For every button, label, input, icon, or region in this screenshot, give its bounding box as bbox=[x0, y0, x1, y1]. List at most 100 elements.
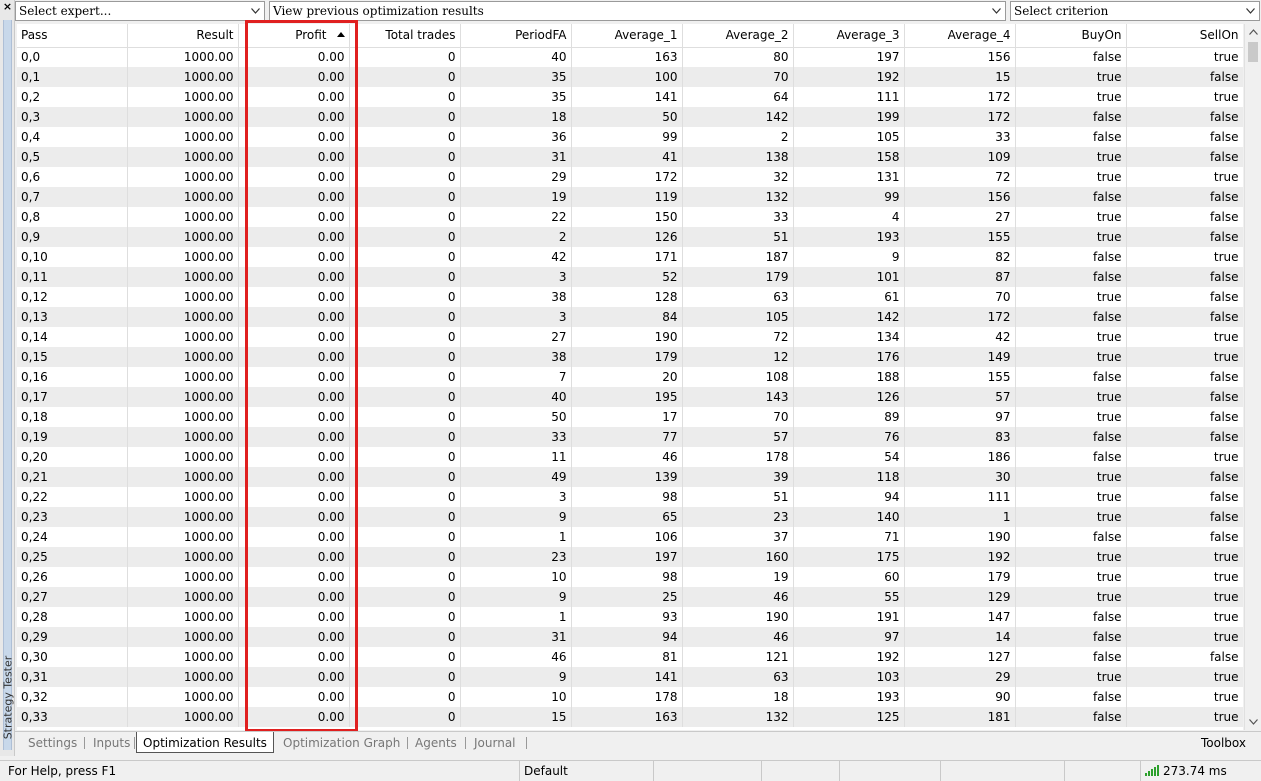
tab-optimization-graph[interactable]: Optimization Graph bbox=[277, 732, 406, 754]
table-row[interactable]: 0,22 1000.00 0.00 0 3 98 51 94 111 true false bbox=[17, 487, 1243, 507]
cell-average-4: 149 bbox=[904, 347, 1016, 367]
cell-result: 1000.00 bbox=[127, 87, 239, 107]
cell-periodfa: 1 bbox=[460, 607, 572, 627]
table-row[interactable]: 0,5 1000.00 0.00 0 31 41 138 158 109 true false bbox=[17, 147, 1243, 167]
cell-average-4: 70 bbox=[904, 287, 1016, 307]
previous-results-combo[interactable]: View previous optimization results bbox=[269, 1, 1006, 21]
column-header-sellon[interactable]: SellOn bbox=[1126, 24, 1243, 48]
cell-pass: 0,1 bbox=[17, 67, 128, 87]
cell-buyon: true bbox=[1015, 547, 1127, 567]
tab-journal[interactable]: Journal bbox=[468, 732, 522, 754]
cell-sellon: true bbox=[1126, 327, 1243, 347]
table-row[interactable]: 0,26 1000.00 0.00 0 10 98 19 60 179 true true bbox=[17, 567, 1243, 587]
table-row[interactable]: 0,4 1000.00 0.00 0 36 99 2 105 33 false false bbox=[17, 127, 1243, 147]
table-row[interactable]: 0,32 1000.00 0.00 0 10 178 18 193 90 false true bbox=[17, 687, 1243, 707]
column-header-average-3[interactable]: Average_3 bbox=[793, 24, 905, 48]
table-row[interactable]: 0,18 1000.00 0.00 0 50 17 70 89 97 true false bbox=[17, 407, 1243, 427]
table-row[interactable]: 0,33 1000.00 0.00 0 15 163 132 125 181 false true bbox=[17, 707, 1243, 727]
table-row[interactable]: 0,13 1000.00 0.00 0 3 84 105 142 172 false false bbox=[17, 307, 1243, 327]
cell-average-3: 199 bbox=[793, 107, 905, 127]
chevron-down-icon[interactable] bbox=[1243, 3, 1257, 19]
toolbox-label[interactable]: Toolbox bbox=[1201, 732, 1246, 754]
column-header-average-1[interactable]: Average_1 bbox=[571, 24, 683, 48]
cell-average-2: 132 bbox=[682, 187, 794, 207]
cell-total-trades: 0 bbox=[349, 307, 461, 327]
vertical-scrollbar[interactable] bbox=[1244, 24, 1260, 730]
table-row[interactable]: 0,20 1000.00 0.00 0 11 46 178 54 186 false true bbox=[17, 447, 1243, 467]
cell-result: 1000.00 bbox=[127, 487, 239, 507]
table-row[interactable]: 0,24 1000.00 0.00 0 1 106 37 71 190 false false bbox=[17, 527, 1243, 547]
column-header-average-2[interactable]: Average_2 bbox=[682, 24, 794, 48]
column-header-average-4[interactable]: Average_4 bbox=[904, 24, 1016, 48]
table-row[interactable]: 0,17 1000.00 0.00 0 40 195 143 126 57 true false bbox=[17, 387, 1243, 407]
table-row[interactable]: 0,31 1000.00 0.00 0 9 141 63 103 29 true true bbox=[17, 667, 1243, 687]
cell-periodfa: 36 bbox=[460, 127, 572, 147]
status-empty-cell bbox=[940, 761, 1064, 781]
column-header-total-trades[interactable]: Total trades bbox=[349, 24, 461, 48]
cell-average-2: 138 bbox=[682, 147, 794, 167]
table-row[interactable]: 0,7 1000.00 0.00 0 19 119 132 99 156 false false bbox=[17, 187, 1243, 207]
scroll-up-icon[interactable] bbox=[1245, 24, 1261, 40]
tab-settings[interactable]: Settings bbox=[22, 732, 83, 754]
table-row[interactable]: 0,11 1000.00 0.00 0 3 52 179 101 87 false false bbox=[17, 267, 1243, 287]
table-row[interactable]: 0,29 1000.00 0.00 0 31 94 46 97 14 false true bbox=[17, 627, 1243, 647]
cell-average-1: 128 bbox=[571, 287, 683, 307]
table-row[interactable]: 0,23 1000.00 0.00 0 9 65 23 140 1 true false bbox=[17, 507, 1243, 527]
cell-total-trades: 0 bbox=[349, 687, 461, 707]
table-row[interactable]: 0,27 1000.00 0.00 0 9 25 46 55 129 true true bbox=[17, 587, 1243, 607]
cell-average-4: 155 bbox=[904, 227, 1016, 247]
cell-average-4: 83 bbox=[904, 427, 1016, 447]
table-row[interactable]: 0,1 1000.00 0.00 0 35 100 70 192 15 true false bbox=[17, 67, 1243, 87]
chevron-down-icon[interactable] bbox=[248, 3, 262, 19]
table-row[interactable]: 0,14 1000.00 0.00 0 27 190 72 134 42 true true bbox=[17, 327, 1243, 347]
column-header-profit[interactable]: Profit bbox=[238, 24, 350, 48]
tab-agents[interactable]: Agents bbox=[409, 732, 463, 754]
cell-average-1: 119 bbox=[571, 187, 683, 207]
cell-periodfa: 9 bbox=[460, 587, 572, 607]
tab-optimization-results[interactable]: Optimization Results bbox=[136, 732, 274, 753]
cell-total-trades: 0 bbox=[349, 407, 461, 427]
cell-pass: 0,16 bbox=[17, 367, 128, 387]
cell-average-3: 125 bbox=[793, 707, 905, 727]
table-row[interactable]: 0,15 1000.00 0.00 0 38 179 12 176 149 true true bbox=[17, 347, 1243, 367]
cell-total-trades: 0 bbox=[349, 287, 461, 307]
cell-periodfa: 10 bbox=[460, 567, 572, 587]
column-header-pass[interactable]: Pass bbox=[17, 24, 128, 48]
table-row[interactable]: 0,12 1000.00 0.00 0 38 128 63 61 70 true false bbox=[17, 287, 1243, 307]
cell-average-3: 105 bbox=[793, 127, 905, 147]
cell-average-3: 55 bbox=[793, 587, 905, 607]
table-row[interactable]: 0,3 1000.00 0.00 0 18 50 142 199 172 false false bbox=[17, 107, 1243, 127]
chevron-down-icon[interactable] bbox=[989, 3, 1003, 19]
table-row[interactable]: 0,2 1000.00 0.00 0 35 141 64 111 172 true true bbox=[17, 87, 1243, 107]
cell-average-2: 179 bbox=[682, 267, 794, 287]
scrollbar-thumb[interactable] bbox=[1248, 42, 1258, 62]
scroll-down-icon[interactable] bbox=[1245, 714, 1261, 730]
column-header-periodfa[interactable]: PeriodFA bbox=[460, 24, 572, 48]
column-header-buyon[interactable]: BuyOn bbox=[1015, 24, 1127, 48]
table-row[interactable]: 0,21 1000.00 0.00 0 49 139 39 118 30 true false bbox=[17, 467, 1243, 487]
table-row[interactable]: 0,19 1000.00 0.00 0 33 77 57 76 83 false false bbox=[17, 427, 1243, 447]
cell-average-2: 190 bbox=[682, 607, 794, 627]
table-row[interactable]: 0,10 1000.00 0.00 0 42 171 187 9 82 false true bbox=[17, 247, 1243, 267]
select-expert-combo[interactable]: Select expert... bbox=[15, 1, 265, 21]
cell-average-4: 192 bbox=[904, 547, 1016, 567]
column-header-label: Average_2 bbox=[725, 28, 789, 43]
tab-inputs[interactable]: Inputs bbox=[87, 732, 136, 754]
table-row[interactable]: 0,30 1000.00 0.00 0 46 81 121 192 127 false false bbox=[17, 647, 1243, 667]
table-row[interactable]: 0,8 1000.00 0.00 0 22 150 33 4 27 true false bbox=[17, 207, 1243, 227]
table-row[interactable]: 0,25 1000.00 0.00 0 23 197 160 175 192 true true bbox=[17, 547, 1243, 567]
column-header-result[interactable]: Result bbox=[127, 24, 239, 48]
cell-pass: 0,24 bbox=[17, 527, 128, 547]
cell-total-trades: 0 bbox=[349, 247, 461, 267]
cell-average-1: 20 bbox=[571, 367, 683, 387]
table-row[interactable]: 0,9 1000.00 0.00 0 2 126 51 193 155 true false bbox=[17, 227, 1243, 247]
table-row[interactable]: 0,0 1000.00 0.00 0 40 163 80 197 156 false true bbox=[17, 47, 1243, 67]
table-row[interactable]: 0,6 1000.00 0.00 0 29 172 32 131 72 true true bbox=[17, 167, 1243, 187]
select-criterion-combo[interactable]: Select criterion bbox=[1010, 1, 1260, 21]
cell-total-trades: 0 bbox=[349, 507, 461, 527]
table-row[interactable]: 0,28 1000.00 0.00 0 1 93 190 191 147 false true bbox=[17, 607, 1243, 627]
cell-buyon: true bbox=[1015, 667, 1127, 687]
table-row[interactable]: 0,16 1000.00 0.00 0 7 20 108 188 155 false false bbox=[17, 367, 1243, 387]
cell-average-3: 118 bbox=[793, 467, 905, 487]
close-panel-icon[interactable]: × bbox=[0, 0, 15, 15]
